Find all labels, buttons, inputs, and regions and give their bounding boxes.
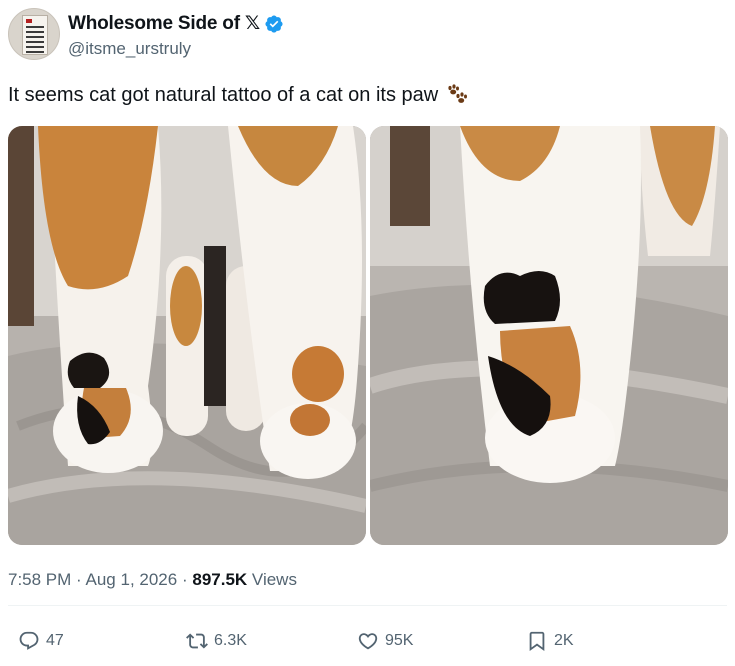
verified-badge-icon — [265, 14, 283, 33]
meta-separator: · — [76, 570, 82, 589]
retweet-count: 6.3K — [214, 632, 247, 649]
views-count: 897.5K — [192, 570, 248, 589]
tweet-media[interactable] — [8, 126, 728, 545]
retweet-button[interactable]: 6.3K — [186, 630, 247, 652]
reply-count: 47 — [46, 632, 64, 649]
tweet-text-content: It seems cat got natural tattoo of a cat… — [8, 83, 439, 106]
tweet-date[interactable]: Aug 1, 2026 — [86, 570, 178, 589]
avatar-image — [22, 15, 48, 55]
divider — [8, 605, 727, 606]
bookmark-count: 2K — [554, 632, 574, 649]
author-avatar[interactable] — [8, 8, 60, 60]
photo-cat-paws-left[interactable] — [8, 126, 366, 545]
meta-separator: · — [181, 570, 188, 589]
heart-icon — [358, 633, 378, 650]
paw-prints-icon — [448, 84, 468, 103]
bookmark-button[interactable]: 2K — [526, 630, 574, 652]
retweet-icon — [186, 633, 208, 649]
views-label: Views — [251, 570, 297, 589]
tweet-header: Wholesome Side of 𝕏 @itsme_urstruly — [8, 6, 728, 62]
reply-icon — [19, 631, 39, 650]
photo-cat-paw-closeup[interactable] — [370, 126, 728, 545]
tweet-text: It seems cat got natural tattoo of a cat… — [8, 82, 470, 108]
bookmark-icon — [529, 631, 545, 652]
action-bar: 47 6.3K 95K 2K — [0, 630, 735, 660]
author-handle[interactable]: @itsme_urstruly — [68, 39, 191, 59]
tweet-time[interactable]: 7:58 PM — [8, 570, 71, 589]
tweet-meta: 7:58 PM · Aug 1, 2026 · 897.5K Views — [8, 570, 297, 590]
author-display-name[interactable]: Wholesome Side of 𝕏 — [68, 12, 260, 35]
reply-button[interactable]: 47 — [18, 630, 64, 652]
like-count: 95K — [385, 632, 414, 649]
like-button[interactable]: 95K — [357, 630, 413, 652]
author-name-row: Wholesome Side of 𝕏 — [68, 12, 284, 35]
